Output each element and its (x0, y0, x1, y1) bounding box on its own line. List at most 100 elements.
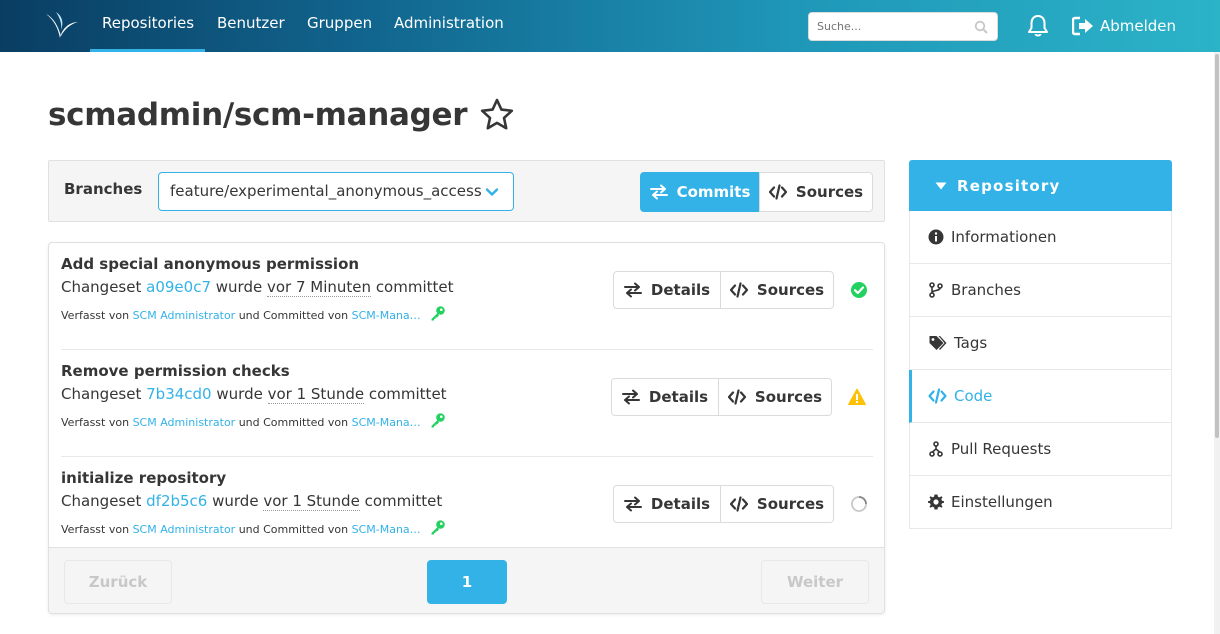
star-icon[interactable] (479, 97, 515, 133)
page-scrollbar[interactable] (1214, 52, 1220, 634)
nav-benutzer[interactable]: Benutzer (217, 0, 285, 52)
sign-out-icon (1072, 16, 1093, 36)
sources-button[interactable]: Sources (720, 485, 834, 523)
sources-label: Sources (795, 183, 864, 201)
exchange-icon (623, 496, 642, 512)
changeset-meta: Verfasst von SCM Administrator und Commi… (61, 412, 446, 429)
details-label: Details (650, 495, 711, 513)
sidebar-item-pull-requests[interactable]: Pull Requests (909, 423, 1172, 476)
changeset-hash-link[interactable]: 7b34cd0 (146, 385, 211, 403)
commits-label: Commits (676, 183, 751, 201)
page-title: scmadmin/scm-manager (48, 97, 468, 133)
changeset-time: vor 1 Stunde (267, 385, 365, 404)
sources-button[interactable]: Sources (718, 378, 832, 416)
page-title-wrap: scmadmin/scm-manager (48, 97, 515, 133)
sources-label: Sources (756, 495, 825, 513)
changeset-buttons: Details Sources (611, 378, 832, 416)
changeset-meta: Verfasst von SCM Administrator und Commi… (61, 305, 446, 322)
changeset-hash-link[interactable]: a09e0c7 (146, 278, 211, 296)
sources-button[interactable]: Sources (759, 172, 873, 212)
changeset-prefix: Changeset (61, 278, 142, 296)
sidebar-item-branches[interactable]: Branches (909, 264, 1172, 317)
changeset-row: Add special anonymous permission Changes… (61, 243, 873, 350)
authored-by-label: Verfasst von (61, 523, 130, 536)
committer-link[interactable]: SCM-Mana… (352, 416, 421, 429)
changeset-prefix: Changeset (61, 385, 142, 403)
sidebar-header[interactable]: Repository (909, 160, 1172, 211)
nav-repositories[interactable]: Repositories (90, 0, 205, 52)
author-link[interactable]: SCM Administrator (133, 309, 236, 322)
key-icon[interactable] (430, 519, 446, 535)
changeset-line: Changeset a09e0c7 wurde vor 7 Minuten co… (61, 278, 454, 297)
key-icon[interactable] (430, 412, 446, 428)
sidebar-item-informationen[interactable]: Informationen (909, 211, 1172, 264)
exchange-icon (623, 282, 642, 298)
changeset-title: Add special anonymous permission (61, 255, 360, 273)
branches-label: Branches (64, 180, 143, 198)
warning-triangle-icon[interactable] (848, 388, 866, 406)
code-branch-icon (929, 282, 943, 298)
search-box (808, 12, 998, 41)
current-page-button[interactable]: 1 (427, 560, 507, 604)
author-link[interactable]: SCM Administrator (133, 416, 236, 429)
committed-by-label: und Committed von (238, 309, 349, 322)
committer-link[interactable]: SCM-Mana… (352, 523, 421, 536)
exchange-icon (621, 389, 640, 405)
changeset-hash-link[interactable]: df2b5c6 (146, 492, 207, 510)
sidebar-item-label: Informationen (951, 228, 1057, 246)
cog-icon (928, 494, 944, 510)
changeset-time: vor 7 Minuten (266, 278, 372, 297)
sidebar-item-code[interactable]: Code (909, 370, 1172, 423)
commits-button[interactable]: Commits (640, 172, 760, 212)
code-icon (729, 282, 748, 298)
changeset-mid: wurde (212, 492, 259, 510)
sidebar-header-label: Repository (957, 176, 1061, 195)
details-button[interactable]: Details (613, 271, 721, 309)
logout-label: Abmelden (1100, 17, 1177, 35)
changeset-mid: wurde (215, 278, 263, 296)
sidebar-item-einstellungen[interactable]: Einstellungen (909, 476, 1172, 529)
pagination: Zurück 1 Weiter (49, 547, 884, 613)
details-button[interactable]: Details (611, 378, 719, 416)
changeset-buttons: Details Sources (613, 271, 834, 309)
nav-gruppen[interactable]: Gruppen (307, 0, 372, 52)
nav-administration[interactable]: Administration (394, 0, 504, 52)
info-circle-icon (928, 229, 944, 245)
code-icon (768, 184, 787, 200)
sidebar-item-label: Code (954, 387, 993, 405)
tags-icon (929, 336, 947, 350)
pull-request-icon (929, 441, 943, 457)
branch-select[interactable]: feature/experimental_anonymous_access (158, 172, 514, 211)
sidebar-item-label: Branches (951, 281, 1021, 299)
sidebar-item-label: Pull Requests (951, 440, 1052, 458)
scm-manager-logo-icon[interactable] (44, 10, 80, 42)
repository-sidebar: Repository Informationen Branches Tags C… (909, 160, 1172, 529)
sources-button[interactable]: Sources (720, 271, 834, 309)
changeset-title: initialize repository (61, 469, 227, 487)
sidebar-item-tags[interactable]: Tags (909, 317, 1172, 370)
scrollbar-thumb[interactable] (1215, 54, 1219, 438)
author-link[interactable]: SCM Administrator (133, 523, 236, 536)
committer-link[interactable]: SCM-Mana… (352, 309, 421, 322)
caret-down-icon (935, 182, 947, 189)
prev-page-button[interactable]: Zurück (64, 560, 172, 604)
details-label: Details (650, 281, 711, 299)
changeset-mid: wurde (216, 385, 263, 403)
changeset-prefix: Changeset (61, 492, 142, 510)
changeset-suffix: committet (368, 385, 447, 403)
bell-icon[interactable] (1027, 14, 1049, 38)
next-page-button[interactable]: Weiter (761, 560, 869, 604)
search-input[interactable] (809, 13, 959, 40)
details-button[interactable]: Details (613, 485, 721, 523)
chevron-down-icon (485, 188, 499, 196)
sidebar-item-label: Einstellungen (951, 493, 1053, 511)
changeset-row: Remove permission checks Changeset 7b34c… (61, 350, 873, 457)
key-icon[interactable] (430, 305, 446, 321)
logout-button[interactable]: Abmelden (1072, 15, 1176, 37)
search-icon (974, 20, 988, 34)
changeset-meta: Verfasst von SCM Administrator und Commi… (61, 519, 446, 536)
pending-circle-icon[interactable] (850, 495, 868, 513)
check-circle-icon[interactable] (850, 281, 868, 299)
changeset-list: Add special anonymous permission Changes… (48, 242, 885, 614)
exchange-icon (649, 184, 668, 200)
